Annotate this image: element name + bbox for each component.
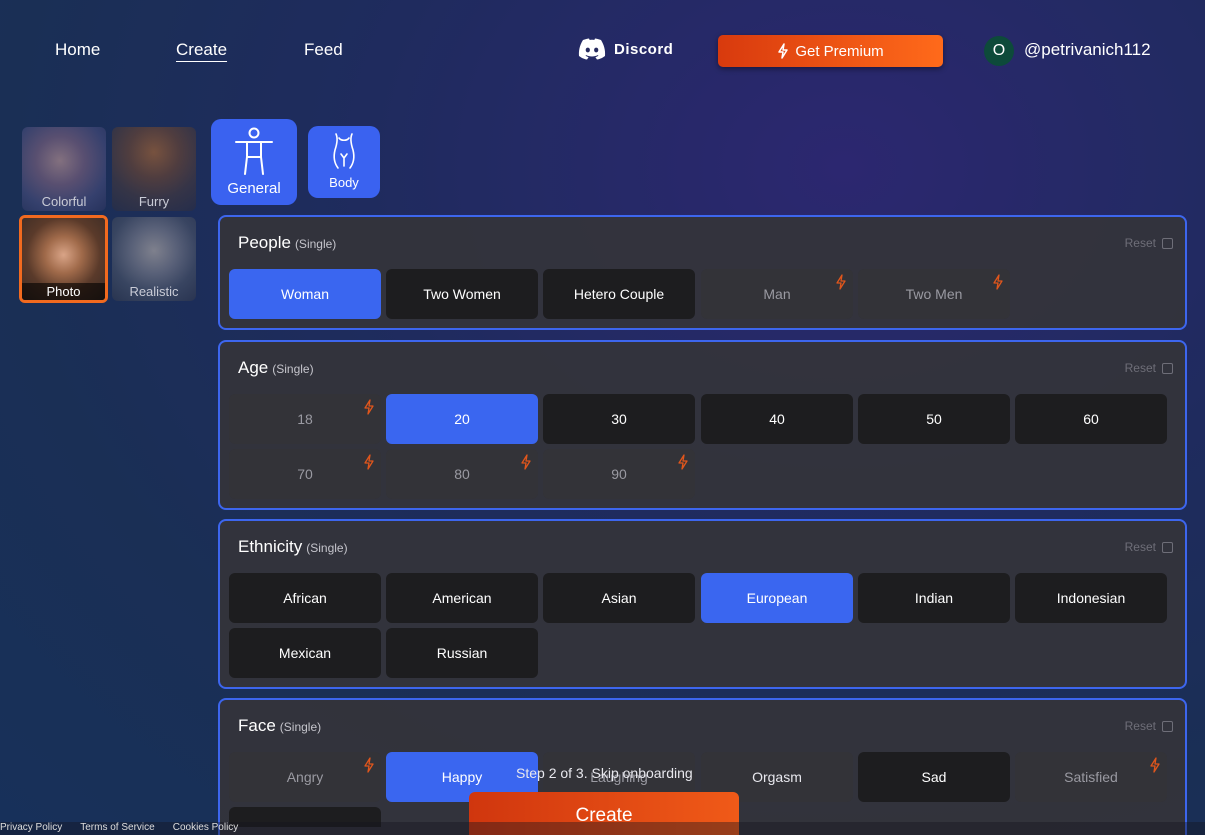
style-label: Furry: [138, 194, 170, 209]
privacy-policy-link[interactable]: Privacy Policy: [0, 822, 62, 835]
torso-icon: [333, 133, 355, 169]
option-mexican[interactable]: Mexican: [229, 628, 381, 678]
reset-button[interactable]: Reset: [1125, 236, 1173, 250]
lightning-icon: [364, 399, 374, 415]
option-age-80[interactable]: 80: [386, 449, 538, 499]
style-label: Realistic: [129, 284, 179, 299]
avatar[interactable]: O: [984, 36, 1014, 66]
option-two-men[interactable]: Two Men: [858, 269, 1010, 319]
option-european[interactable]: European: [701, 573, 853, 623]
option-age-50[interactable]: 50: [858, 394, 1010, 444]
lightning-icon: [993, 274, 1003, 290]
nav-home-link[interactable]: Home: [55, 40, 100, 60]
option-sad[interactable]: Sad: [858, 752, 1010, 802]
option-age-20[interactable]: 20: [386, 394, 538, 444]
option-two-women[interactable]: Two Women: [386, 269, 538, 319]
option-man[interactable]: Man: [701, 269, 853, 319]
option-african[interactable]: African: [229, 573, 381, 623]
section-title: People (Single): [238, 233, 337, 252]
ethnicity-section: Ethnicity (Single) Reset African American…: [218, 519, 1187, 689]
nav-feed-link[interactable]: Feed: [304, 40, 343, 60]
style-card-colorful[interactable]: Colorful: [22, 127, 106, 211]
top-navigation: Home Create Feed Discord Get Premium O @…: [0, 0, 1205, 100]
reset-icon: [1162, 541, 1173, 553]
lightning-icon: [1150, 757, 1160, 773]
reset-button[interactable]: Reset: [1125, 361, 1173, 375]
tab-body[interactable]: Body: [308, 126, 380, 198]
skip-onboarding-link[interactable]: Step 2 of 3. Skip onboarding: [516, 765, 693, 781]
tab-general[interactable]: General: [211, 119, 297, 205]
option-indonesian[interactable]: Indonesian: [1015, 573, 1167, 623]
lightning-icon: [364, 757, 374, 773]
reset-button[interactable]: Reset: [1125, 540, 1173, 554]
option-hetero-couple[interactable]: Hetero Couple: [543, 269, 695, 319]
lightning-icon: [521, 454, 531, 470]
reset-icon: [1162, 362, 1173, 374]
cookies-policy-link[interactable]: Cookies Policy: [173, 822, 239, 835]
premium-label: Get Premium: [795, 42, 884, 60]
people-section: People (Single) Reset Woman Two Women Het…: [218, 215, 1187, 330]
lightning-icon: [678, 454, 688, 470]
lightning-icon: [836, 274, 846, 290]
person-icon: [235, 127, 273, 175]
footer: Privacy Policy Terms of Service Cookies …: [0, 822, 1205, 835]
style-card-furry[interactable]: Furry: [112, 127, 196, 211]
section-title: Face (Single): [238, 716, 322, 735]
get-premium-button[interactable]: Get Premium: [718, 35, 943, 67]
style-card-realistic[interactable]: Realistic: [112, 217, 196, 301]
option-age-18[interactable]: 18: [229, 394, 381, 444]
option-angry[interactable]: Angry: [229, 752, 381, 802]
style-label: Photo: [22, 283, 105, 300]
option-age-90[interactable]: 90: [543, 449, 695, 499]
option-age-60[interactable]: 60: [1015, 394, 1167, 444]
option-asian[interactable]: Asian: [543, 573, 695, 623]
username[interactable]: @petrivanich112: [1024, 40, 1151, 60]
option-age-40[interactable]: 40: [701, 394, 853, 444]
option-woman[interactable]: Woman: [229, 269, 381, 319]
reset-icon: [1162, 720, 1173, 732]
discord-label: Discord: [614, 40, 674, 58]
discord-link[interactable]: Discord: [578, 38, 673, 60]
age-section: Age (Single) Reset 18 20 30 40 50 60 70 8…: [218, 340, 1187, 510]
option-satisfied[interactable]: Satisfied: [1015, 752, 1167, 802]
discord-icon: [578, 38, 606, 60]
lightning-icon: [364, 454, 374, 470]
option-indian[interactable]: Indian: [858, 573, 1010, 623]
tab-general-label: General: [227, 180, 281, 197]
option-age-70[interactable]: 70: [229, 449, 381, 499]
option-american[interactable]: American: [386, 573, 538, 623]
tab-body-label: Body: [329, 175, 359, 190]
section-title: Ethnicity (Single): [238, 537, 348, 556]
lightning-icon: [778, 43, 789, 59]
reset-button[interactable]: Reset: [1125, 719, 1173, 733]
reset-icon: [1162, 237, 1173, 249]
option-age-30[interactable]: 30: [543, 394, 695, 444]
terms-of-service-link[interactable]: Terms of Service: [80, 822, 154, 835]
nav-create-link[interactable]: Create: [176, 40, 227, 60]
section-title: Age (Single): [238, 358, 314, 377]
style-label: Colorful: [41, 194, 87, 209]
option-russian[interactable]: Russian: [386, 628, 538, 678]
style-card-photo[interactable]: Photo: [19, 215, 108, 303]
